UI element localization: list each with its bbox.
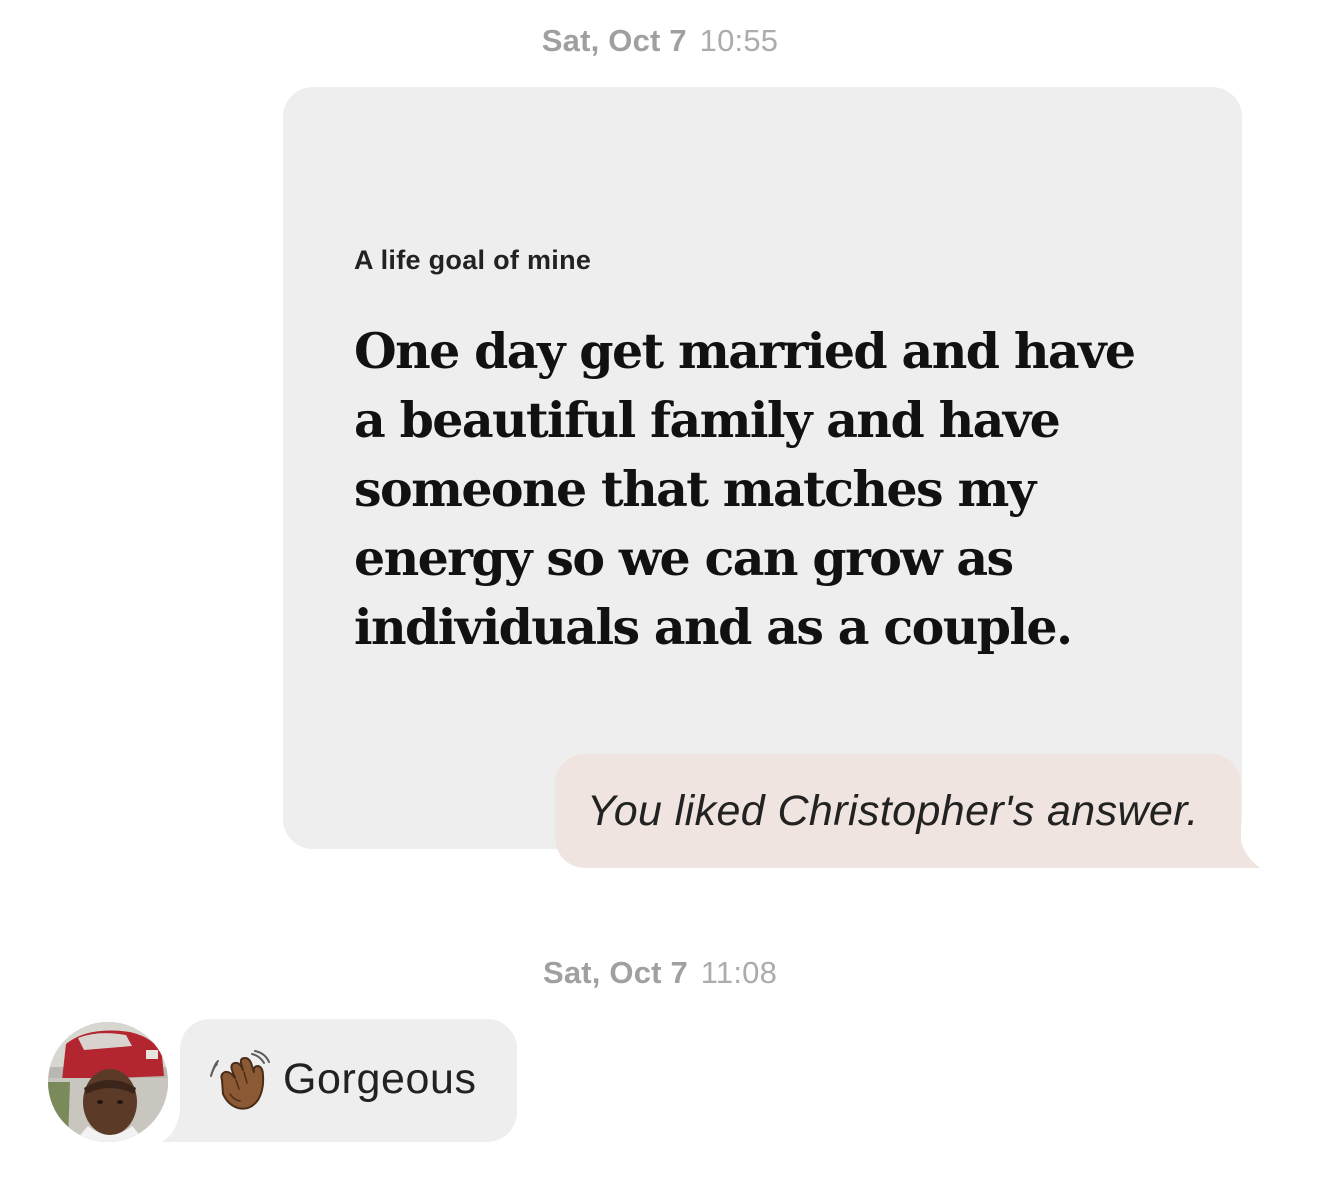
timestamp-date: Sat, Oct 7 bbox=[541, 23, 687, 58]
prompt-answer: One day get married and have a beautiful… bbox=[354, 322, 1136, 656]
avatar-photo bbox=[48, 1022, 168, 1142]
incoming-message-text: Gorgeous bbox=[283, 1055, 477, 1103]
timestamp-time: 10:55 bbox=[699, 23, 779, 58]
prompt-title: A life goal of mine bbox=[354, 245, 592, 275]
like-message-text: You liked Christopher's answer. bbox=[587, 787, 1199, 835]
timestamp: Sat, Oct 7 10:55 bbox=[0, 23, 1320, 59]
like-message-bubble[interactable]: You liked Christopher's answer. bbox=[555, 754, 1241, 868]
timestamp: Sat, Oct 7 11:08 bbox=[0, 955, 1320, 991]
waving-hand-icon bbox=[210, 1050, 270, 1110]
prompt-card[interactable]: A life goal of mine One day get married … bbox=[283, 87, 1242, 849]
timestamp-date: Sat, Oct 7 bbox=[542, 955, 688, 990]
incoming-message-bubble[interactable]: Gorgeous bbox=[180, 1019, 517, 1142]
timestamp-time: 11:08 bbox=[700, 955, 778, 990]
avatar[interactable] bbox=[48, 1022, 168, 1142]
